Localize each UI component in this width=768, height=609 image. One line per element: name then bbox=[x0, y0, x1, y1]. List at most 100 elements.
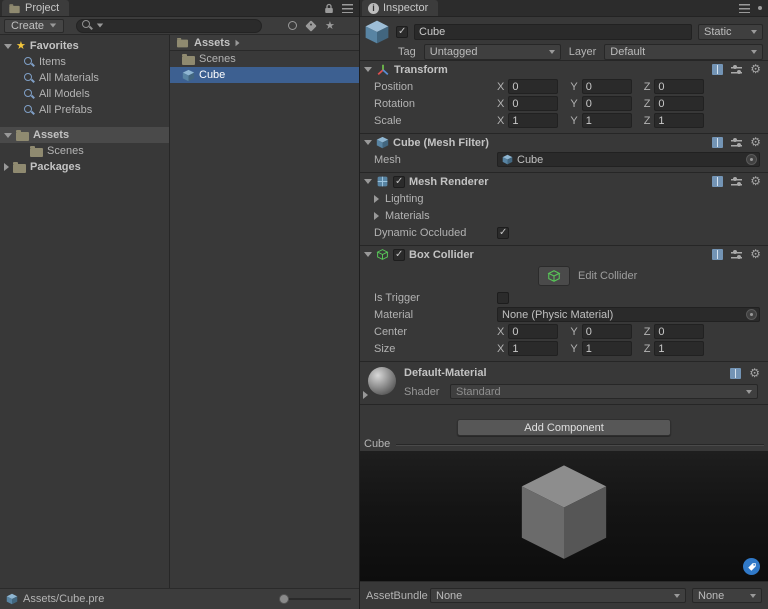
thumbnail-size-slider[interactable] bbox=[279, 594, 351, 604]
foldout-open-icon[interactable] bbox=[364, 179, 372, 184]
browser-item-scenes[interactable]: Scenes bbox=[170, 51, 359, 67]
physic-material-object-field[interactable]: None (Physic Material) bbox=[497, 307, 760, 322]
size-x-input[interactable] bbox=[508, 341, 559, 356]
mesh-renderer-enabled-checkbox[interactable] bbox=[393, 175, 405, 188]
gameobject-active-checkbox[interactable] bbox=[396, 26, 408, 38]
folder-icon bbox=[30, 145, 43, 157]
preview-viewport[interactable] bbox=[360, 451, 768, 581]
header-icons bbox=[712, 175, 761, 188]
gear-icon[interactable] bbox=[749, 367, 760, 380]
edit-collider-button[interactable] bbox=[538, 266, 570, 286]
add-component-button[interactable]: Add Component bbox=[457, 419, 671, 436]
gear-icon[interactable] bbox=[750, 175, 761, 188]
scale-z-input[interactable] bbox=[654, 113, 705, 128]
size-y-input[interactable] bbox=[581, 341, 632, 356]
search-filter-chevron-icon[interactable] bbox=[96, 23, 104, 28]
object-picker-icon[interactable] bbox=[746, 154, 757, 165]
preview-header[interactable]: Cube bbox=[360, 437, 768, 451]
help-book-icon[interactable] bbox=[712, 137, 724, 148]
foldout-closed-icon[interactable] bbox=[374, 211, 379, 220]
lock-icon[interactable] bbox=[324, 3, 334, 14]
box-collider-enabled-checkbox[interactable] bbox=[393, 248, 405, 261]
foldout-open-icon[interactable] bbox=[364, 140, 372, 145]
create-button[interactable]: Create bbox=[4, 18, 65, 33]
help-book-icon[interactable] bbox=[730, 368, 742, 379]
browser-breadcrumb[interactable]: Assets bbox=[170, 35, 359, 51]
scale-y-input[interactable] bbox=[581, 113, 632, 128]
tree-item-scenes[interactable]: Scenes bbox=[0, 143, 169, 159]
scale-x-input[interactable] bbox=[508, 113, 559, 128]
tree-item-all-models[interactable]: All Models bbox=[0, 86, 169, 102]
is-trigger-checkbox[interactable] bbox=[497, 291, 509, 304]
mesh-filter-header[interactable]: Cube (Mesh Filter) bbox=[360, 134, 768, 151]
mesh-renderer-header[interactable]: Mesh Renderer bbox=[360, 173, 768, 190]
dynamic-occluded-checkbox[interactable] bbox=[497, 226, 509, 239]
help-book-icon[interactable] bbox=[712, 176, 724, 187]
material-foldout-icon[interactable] bbox=[363, 391, 368, 399]
center-x-input[interactable] bbox=[508, 324, 559, 339]
materials-foldout[interactable]: Materials bbox=[360, 207, 768, 224]
help-book-icon[interactable] bbox=[712, 64, 724, 75]
panel-options-dot-icon[interactable] bbox=[758, 6, 762, 10]
assetbundle-dropdown[interactable]: None bbox=[430, 588, 686, 603]
tab-project[interactable]: Project bbox=[2, 0, 70, 16]
slider-knob[interactable] bbox=[279, 594, 289, 604]
preview-divider bbox=[396, 443, 764, 445]
size-z-input[interactable] bbox=[654, 341, 705, 356]
shader-dropdown[interactable]: Standard bbox=[450, 384, 758, 399]
edit-collider-icon bbox=[547, 270, 561, 282]
foldout-open-icon[interactable] bbox=[364, 252, 372, 257]
rotation-x-input[interactable] bbox=[508, 96, 559, 111]
center-y-input[interactable] bbox=[581, 324, 632, 339]
component-mesh-renderer: Mesh Renderer Lighting Materials bbox=[360, 173, 768, 246]
rotation-y-input[interactable] bbox=[581, 96, 632, 111]
rotation-z-input[interactable] bbox=[654, 96, 705, 111]
assetbundle-badge[interactable] bbox=[743, 558, 760, 575]
search-box[interactable] bbox=[76, 18, 263, 33]
position-y-input[interactable] bbox=[581, 79, 632, 94]
preset-icon[interactable] bbox=[731, 137, 743, 148]
tree-item-favorites[interactable]: Favorites bbox=[0, 38, 169, 54]
tree-item-assets[interactable]: Assets bbox=[0, 127, 169, 143]
gameobject-name-field[interactable] bbox=[414, 24, 692, 40]
tree-item-packages[interactable]: Packages bbox=[0, 159, 169, 175]
panel-menu-icon[interactable] bbox=[739, 3, 750, 13]
search-input[interactable] bbox=[107, 19, 257, 32]
foldout-open-icon[interactable] bbox=[4, 132, 12, 138]
tag-dropdown[interactable]: Untagged bbox=[423, 44, 561, 60]
static-dropdown[interactable]: Static bbox=[698, 24, 763, 40]
preset-icon[interactable] bbox=[731, 64, 743, 75]
lighting-foldout[interactable]: Lighting bbox=[360, 190, 768, 207]
panel-menu-icon[interactable] bbox=[342, 3, 353, 13]
foldout-closed-icon[interactable] bbox=[4, 163, 9, 171]
search-by-type-icon[interactable] bbox=[288, 21, 298, 30]
center-z-input[interactable] bbox=[654, 324, 705, 339]
foldout-open-icon[interactable] bbox=[4, 43, 12, 49]
tab-inspector[interactable]: Inspector bbox=[362, 0, 439, 16]
position-z-input[interactable] bbox=[654, 79, 705, 94]
mesh-object-field[interactable]: Cube bbox=[497, 152, 760, 167]
tree-item-all-prefabs[interactable]: All Prefabs bbox=[0, 102, 169, 118]
transform-header[interactable]: Transform bbox=[360, 61, 768, 78]
assetbundle-variant-dropdown[interactable]: None bbox=[692, 588, 762, 603]
box-collider-header[interactable]: Box Collider bbox=[360, 246, 768, 263]
position-x-input[interactable] bbox=[508, 79, 559, 94]
preset-icon[interactable] bbox=[731, 249, 743, 260]
preset-icon[interactable] bbox=[731, 176, 743, 187]
material-sphere-preview[interactable] bbox=[368, 367, 396, 395]
foldout-open-icon[interactable] bbox=[364, 67, 372, 72]
help-book-icon[interactable] bbox=[712, 249, 724, 260]
create-button-label: Create bbox=[11, 19, 45, 32]
browser-item-cube[interactable]: Cube bbox=[170, 67, 359, 83]
layer-dropdown[interactable]: Default bbox=[604, 44, 763, 60]
axis-y-label: Y bbox=[570, 80, 578, 93]
gear-icon[interactable] bbox=[750, 136, 761, 149]
foldout-closed-icon[interactable] bbox=[374, 194, 379, 203]
object-picker-icon[interactable] bbox=[746, 309, 757, 320]
tree-item-items[interactable]: Items bbox=[0, 54, 169, 70]
save-search-icon[interactable] bbox=[325, 20, 335, 32]
gear-icon[interactable] bbox=[750, 248, 761, 261]
search-by-label-icon[interactable] bbox=[305, 19, 317, 32]
gear-icon[interactable] bbox=[750, 63, 761, 76]
tree-item-all-materials[interactable]: All Materials bbox=[0, 70, 169, 86]
